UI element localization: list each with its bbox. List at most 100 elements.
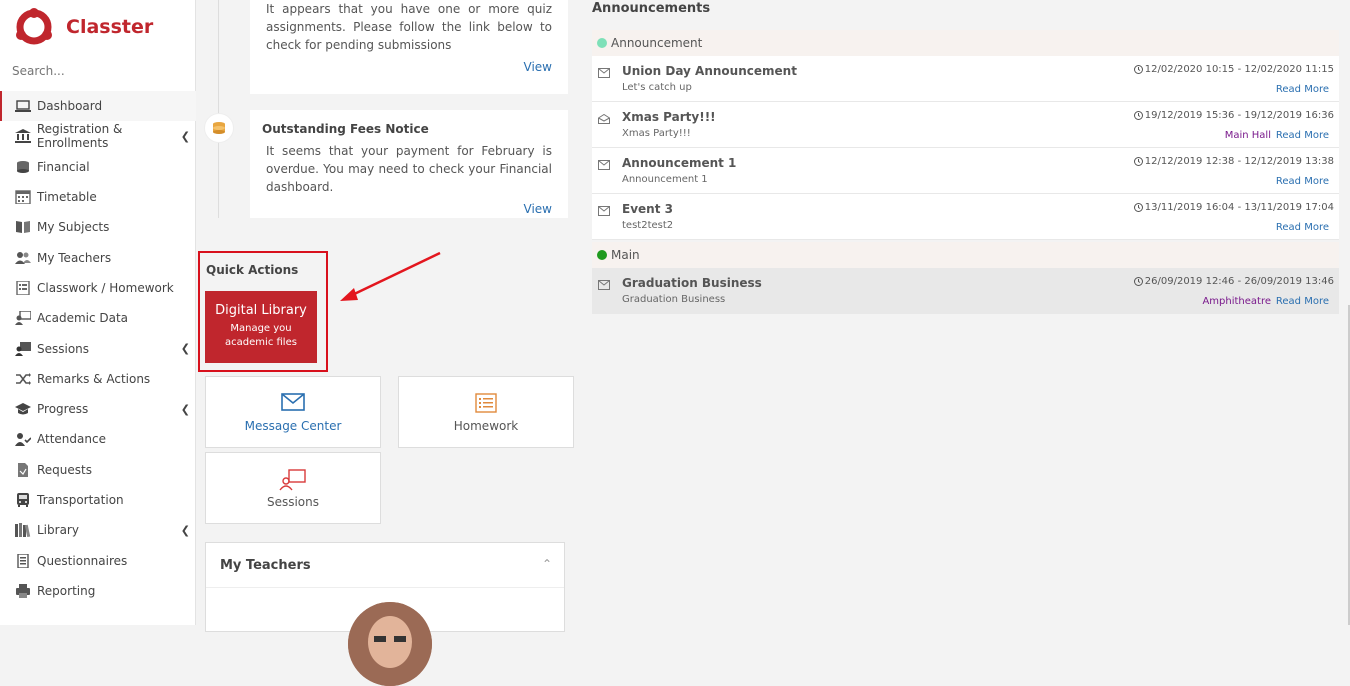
sidebar-item-registration[interactable]: Registration & Enrollments ❮ — [0, 121, 196, 151]
laptop-icon — [14, 99, 32, 113]
read-more-link[interactable]: Read More — [1276, 176, 1329, 187]
read-more-link[interactable]: Read More — [1276, 222, 1329, 233]
announcement-row[interactable]: Xmas Party!!! Xmas Party!!! 19/12/2019 1… — [592, 102, 1339, 148]
digital-library-subtitle: Manage you academic files — [225, 323, 297, 348]
avatar[interactable] — [348, 602, 432, 686]
sidebar-item-label: Academic Data — [37, 311, 129, 326]
announcement-row[interactable]: Event 3 test2test2 13/11/2019 16:04 - 13… — [592, 194, 1339, 240]
digital-library-title: Digital Library — [215, 303, 307, 318]
envelope-open-icon — [598, 114, 610, 124]
notice-view-link[interactable]: View — [262, 202, 552, 216]
announcement-date-text: 26/09/2019 12:46 - 26/09/2019 13:46 — [1144, 276, 1334, 287]
sidebar-item-label: Transportation — [37, 493, 124, 507]
center-column: It appears that you have one or more qui… — [196, 0, 586, 686]
notice-body: It appears that you have one or more qui… — [266, 2, 552, 52]
sidebar-item-label: My Subjects — [37, 220, 110, 235]
presentation-user-icon — [14, 311, 32, 326]
group-header: Main — [592, 242, 1339, 268]
announcement-row[interactable]: Announcement 1 Announcement 1 12/12/2019… — [592, 148, 1339, 194]
chevron-up-icon[interactable]: ⌃ — [542, 557, 552, 571]
quick-actions-title: Quick Actions — [206, 263, 299, 277]
announcement-title: Announcement 1 — [622, 156, 737, 170]
sidebar-item-label: Progress — [37, 402, 89, 417]
sidebar-item-progress[interactable]: Progress ❮ — [0, 394, 196, 424]
bus-icon — [14, 493, 32, 507]
announcement-location: Amphitheatre — [1202, 296, 1271, 307]
coins-icon — [14, 160, 32, 174]
message-center-tile[interactable]: Message Center — [205, 376, 381, 448]
announcements-title: Announcements — [592, 1, 711, 16]
user-check-icon — [14, 432, 32, 447]
announcement-title: Union Day Announcement — [622, 64, 797, 78]
digital-library-tile[interactable]: Digital Library Manage you academic file… — [205, 291, 317, 363]
announcement-subtitle: Xmas Party!!! — [622, 128, 691, 139]
sidebar-item-label: Questionnaires — [37, 553, 128, 568]
envelope-icon — [598, 160, 610, 170]
clock-icon — [1133, 65, 1143, 74]
sidebar-item-classwork[interactable]: Classwork / Homework — [0, 273, 196, 303]
calendar-icon — [14, 190, 32, 205]
app-logo[interactable]: Classter — [16, 8, 153, 46]
envelope-icon — [598, 206, 610, 216]
announcement-subtitle: test2test2 — [622, 220, 674, 231]
sidebar-item-requests[interactable]: Requests — [0, 455, 196, 485]
sidebar-item-financial[interactable]: Financial — [0, 152, 196, 182]
announcement-row[interactable]: Graduation Business Graduation Business … — [592, 268, 1339, 314]
sidebar-item-label: Reporting — [37, 583, 96, 598]
checklist-icon — [14, 553, 32, 568]
read-more-link[interactable]: Read More — [1276, 130, 1329, 141]
list-icon — [14, 280, 32, 295]
announcement-date: 12/12/2019 12:38 - 12/12/2019 13:38 — [1133, 156, 1334, 167]
announcement-date: 12/02/2020 10:15 - 12/02/2020 11:15 — [1133, 64, 1334, 75]
teacher-board-icon — [279, 469, 306, 491]
group-name: Announcement — [611, 36, 703, 50]
teacher-board-icon — [14, 341, 32, 356]
sidebar-item-remarks[interactable]: Remarks & Actions — [0, 364, 196, 394]
envelope-icon — [598, 68, 610, 78]
read-more-link[interactable]: Read More — [1276, 84, 1329, 95]
sidebar: Classter Dashboard Registration & Enroll… — [0, 0, 196, 625]
sidebar-item-dashboard[interactable]: Dashboard — [0, 91, 196, 122]
chevron-left-icon: ❮ — [180, 524, 190, 538]
sidebar-item-my-subjects[interactable]: My Subjects — [0, 212, 196, 242]
sidebar-item-attendance[interactable]: Attendance — [0, 424, 196, 454]
read-more-link[interactable]: Read More — [1276, 296, 1329, 307]
sidebar-item-label: Attendance — [37, 432, 106, 447]
search-input[interactable] — [12, 64, 182, 78]
bank-icon — [14, 129, 32, 144]
sidebar-item-reporting[interactable]: Reporting — [0, 576, 196, 606]
sidebar-item-sessions[interactable]: Sessions ❮ — [0, 333, 196, 363]
sidebar-item-academic-data[interactable]: Academic Data — [0, 303, 196, 333]
document-icon — [14, 462, 32, 477]
announcement-title: Event 3 — [622, 202, 673, 216]
clock-icon — [1133, 277, 1143, 286]
notice-view-link[interactable]: View — [262, 60, 552, 74]
announcement-date-text: 19/12/2019 15:36 - 19/12/2019 16:36 — [1144, 110, 1334, 121]
printer-icon — [14, 583, 32, 598]
sessions-tile[interactable]: Sessions — [205, 452, 381, 524]
books-icon — [14, 523, 32, 538]
announcement-subtitle: Let's catch up — [622, 82, 692, 93]
homework-tile[interactable]: Homework — [398, 376, 574, 448]
announcement-row[interactable]: Union Day Announcement Let's catch up 12… — [592, 56, 1339, 102]
announcement-date-text: 12/02/2020 10:15 - 12/02/2020 11:15 — [1144, 64, 1334, 75]
sidebar-item-questionnaires[interactable]: Questionnaires — [0, 545, 196, 575]
sidebar-item-library[interactable]: Library ❮ — [0, 515, 196, 545]
app-name: Classter — [66, 16, 154, 38]
classter-logo-icon — [16, 8, 52, 45]
clock-icon — [1133, 111, 1143, 120]
announcement-location: Main Hall — [1224, 130, 1271, 141]
sidebar-item-transportation[interactable]: Transportation — [0, 485, 196, 515]
my-teachers-card: My Teachers ⌃ — [205, 542, 565, 686]
clock-icon — [1133, 157, 1143, 166]
announcement-date: 13/11/2019 16:04 - 13/11/2019 17:04 — [1133, 202, 1334, 213]
sidebar-item-label: My Teachers — [37, 250, 112, 265]
notice-title: Outstanding Fees Notice — [262, 122, 429, 136]
sidebar-item-label: Library — [37, 523, 79, 538]
sidebar-item-my-teachers[interactable]: My Teachers — [0, 242, 196, 272]
shuffle-icon — [14, 372, 32, 386]
announcement-date-text: 13/11/2019 16:04 - 13/11/2019 17:04 — [1144, 202, 1334, 213]
sidebar-item-timetable[interactable]: Timetable — [0, 182, 196, 212]
notice-body: It seems that your payment for February … — [266, 144, 552, 194]
notice-card: Outstanding Fees Notice It seems that yo… — [250, 110, 568, 218]
